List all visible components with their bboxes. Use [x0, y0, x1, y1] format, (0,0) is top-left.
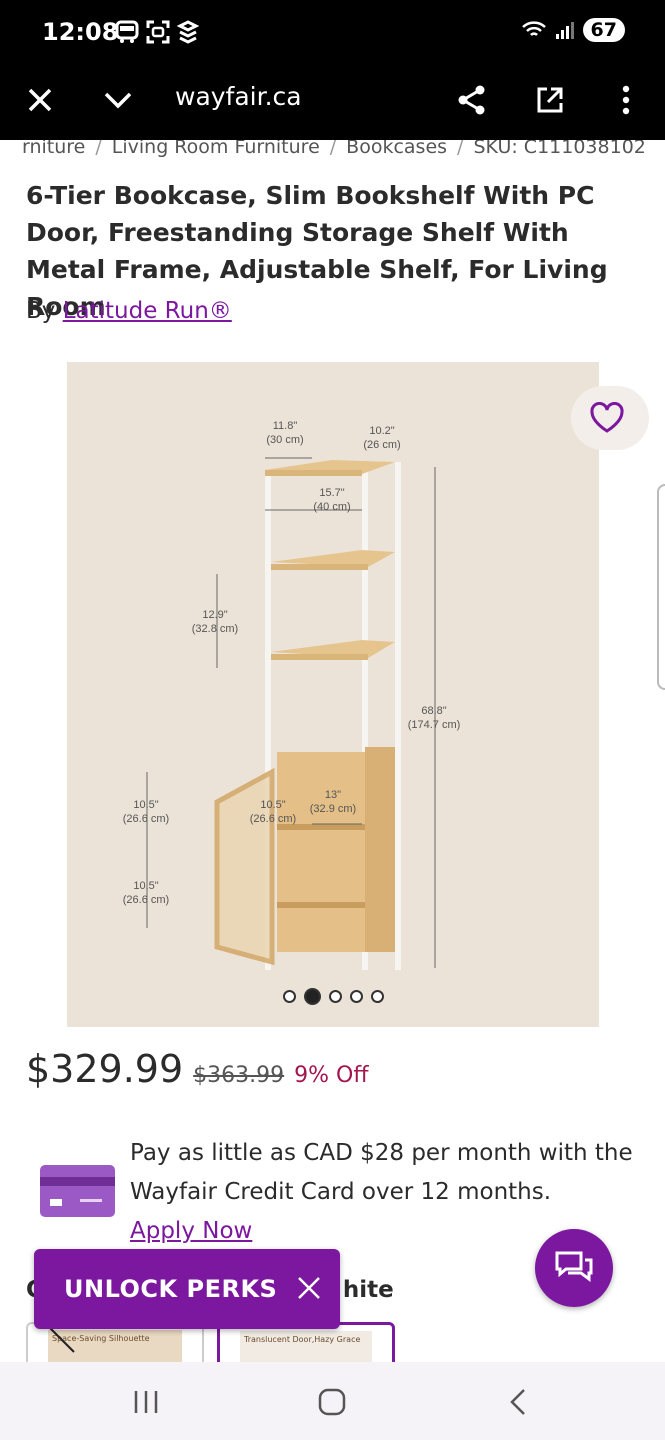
- signal-icon: [555, 22, 574, 39]
- price-row: $329.99 $363.99 9% Off: [26, 1047, 369, 1091]
- more-menu-icon[interactable]: [604, 78, 648, 122]
- current-price: $329.99: [26, 1047, 184, 1091]
- wifi-icon: [521, 21, 546, 36]
- notification-icons: [114, 20, 200, 44]
- back-icon[interactable]: [498, 1384, 538, 1420]
- status-bar: 12:08 67: [0, 0, 665, 62]
- home-icon[interactable]: [312, 1384, 352, 1420]
- scan-icon: [146, 20, 170, 44]
- color-label-end: hite: [342, 1277, 394, 1303]
- favorite-button[interactable]: [571, 386, 649, 450]
- carousel-dot-active[interactable]: [303, 988, 321, 1005]
- close-icon[interactable]: [296, 1275, 322, 1307]
- breadcrumb: rniture / Living Room Furniture / Bookcases /…: [22, 140, 646, 158]
- open-external-icon[interactable]: [528, 78, 572, 122]
- dim-label: (40 cm): [313, 501, 350, 513]
- credit-offer-text: Pay as little as CAD $28 per month with …: [130, 1140, 633, 1205]
- unlock-perks-banner[interactable]: UNLOCK PERKS: [34, 1249, 340, 1329]
- close-icon[interactable]: [18, 78, 62, 122]
- original-price: $363.99: [193, 1063, 285, 1088]
- page-content: rniture / Living Room Furniture / Bookcases /…: [0, 140, 665, 1362]
- dim-label: 11.8": [273, 420, 298, 432]
- dim-label: 10.5": [133, 880, 158, 892]
- side-panel-handle[interactable]: [657, 484, 665, 690]
- dim-label: 12.9": [202, 609, 227, 621]
- share-icon[interactable]: [450, 78, 494, 122]
- apply-now-link[interactable]: Apply Now: [130, 1218, 252, 1244]
- by-label: By: [26, 298, 56, 324]
- unlock-perks-label: UNLOCK PERKS: [64, 1275, 278, 1303]
- bookcase-illustration: 11.8" (30 cm) 10.2" (26 cm) 15.7" (40 cm…: [67, 362, 599, 1027]
- dim-label: (26.6 cm): [123, 813, 169, 825]
- breadcrumb-item[interactable]: Living Room Furniture: [112, 140, 320, 158]
- swatch-thumb: Translucent Door,Hazy Grace: [240, 1331, 372, 1362]
- battery-indicator: 67: [582, 18, 625, 42]
- product-image[interactable]: 11.8" (30 cm) 10.2" (26 cm) 15.7" (40 cm…: [67, 362, 599, 1027]
- dim-label: (26 cm): [363, 439, 400, 451]
- discount-label: 9% Off: [294, 1063, 369, 1088]
- dim-label: (30 cm): [266, 434, 303, 446]
- credit-card-icon: [40, 1165, 115, 1217]
- brand-byline: By Latitude Run®: [26, 298, 232, 324]
- dim-label: (32.8 cm): [192, 623, 238, 635]
- dim-label: (26.6 cm): [250, 813, 296, 825]
- sku-label: SKU: C111038102: [473, 140, 646, 158]
- chat-icon: [555, 1251, 593, 1282]
- dim-label: 15.7": [319, 487, 344, 499]
- dim-label: 68.8": [421, 705, 446, 717]
- dim-label: 10.2": [369, 425, 394, 437]
- carousel-dots: [67, 988, 599, 1005]
- chat-button[interactable]: [535, 1229, 613, 1307]
- dim-label: 13": [325, 789, 341, 801]
- carousel-dot[interactable]: [349, 990, 363, 1003]
- system-nav-bar: [0, 1362, 665, 1440]
- dim-label: 10.5": [133, 799, 158, 811]
- dim-label: (32.9 cm): [310, 803, 356, 815]
- bus-icon: [115, 20, 139, 43]
- status-time: 12:08: [42, 18, 119, 46]
- chevron-down-icon[interactable]: [96, 78, 140, 122]
- url-display[interactable]: wayfair.ca: [175, 82, 302, 111]
- system-icons: 67: [521, 18, 625, 42]
- dim-label: (174.7 cm): [408, 719, 461, 731]
- app-icon: [176, 20, 200, 44]
- carousel-dot[interactable]: [282, 990, 296, 1003]
- brand-link[interactable]: Latitude Run®: [63, 298, 232, 324]
- recents-icon[interactable]: [126, 1384, 166, 1420]
- dim-label: (26.6 cm): [123, 894, 169, 906]
- browser-toolbar: wayfair.ca: [0, 62, 665, 140]
- carousel-dot[interactable]: [328, 990, 342, 1003]
- breadcrumb-item[interactable]: Bookcases: [346, 140, 447, 158]
- dim-label: 10.5": [260, 799, 285, 811]
- heart-icon: [590, 402, 624, 433]
- carousel-dot[interactable]: [370, 990, 384, 1003]
- breadcrumb-item[interactable]: rniture: [22, 140, 85, 158]
